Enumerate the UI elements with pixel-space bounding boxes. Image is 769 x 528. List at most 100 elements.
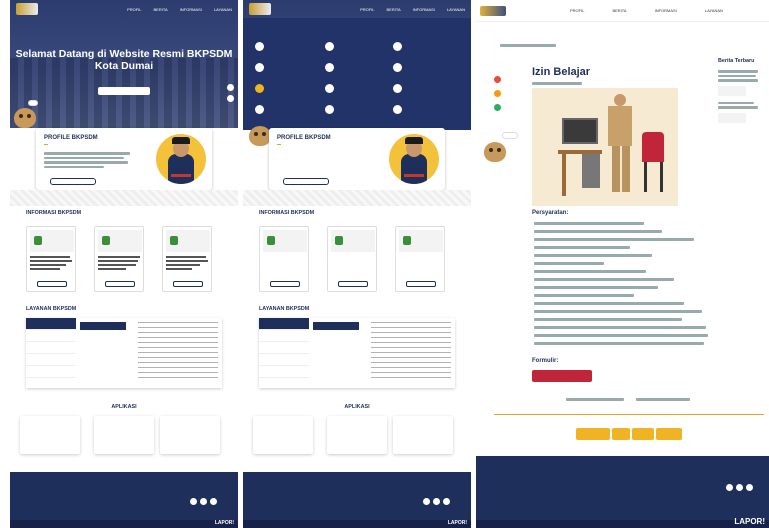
youtube-icon[interactable]	[746, 484, 753, 491]
app-card[interactable]	[327, 416, 387, 454]
info-card[interactable]	[162, 226, 212, 292]
nav-item-profil[interactable]: PROFIL	[570, 8, 584, 13]
nav-pill[interactable]	[576, 428, 610, 440]
layanan-sidebar	[26, 318, 76, 388]
layanan-dropdown-menu	[243, 18, 471, 130]
head-official-portrait	[156, 134, 206, 184]
app-card[interactable]	[160, 416, 220, 454]
pdf-link[interactable]	[566, 398, 624, 401]
hero-title: Selamat Datang di Website Resmi BKPSDM K…	[15, 48, 233, 72]
mascot-icon[interactable]	[14, 108, 36, 128]
site-logo[interactable]	[480, 6, 506, 16]
site-footer: LAPOR!	[10, 472, 238, 528]
menu-item[interactable]	[325, 84, 334, 93]
app-card[interactable]	[253, 416, 313, 454]
lapor-logo[interactable]: LAPOR!	[215, 520, 234, 526]
layanan-tab[interactable]	[26, 318, 76, 330]
site-footer: LAPOR!	[476, 456, 769, 528]
profile-text	[44, 152, 134, 168]
instagram-icon[interactable]	[433, 498, 440, 505]
download-form-button[interactable]	[532, 370, 592, 382]
facebook-icon[interactable]	[423, 498, 430, 505]
nav-item-berita[interactable]: BERITA	[612, 8, 626, 13]
share-icon[interactable]	[494, 90, 501, 97]
instagram-icon[interactable]	[736, 484, 743, 491]
app-card[interactable]	[20, 416, 80, 454]
hero-banner: PROFIL BERITA INFORMASI LAYANAN Selamat …	[10, 0, 238, 128]
layanan-tab[interactable]	[26, 342, 76, 354]
menu-item[interactable]	[255, 63, 264, 72]
menu-item[interactable]	[393, 105, 402, 114]
menu-item[interactable]	[393, 63, 402, 72]
facebook-icon[interactable]	[190, 498, 197, 505]
nav-item-profil[interactable]: PROFIL	[360, 7, 374, 12]
site-footer: LAPOR!	[243, 472, 471, 528]
youtube-icon[interactable]	[443, 498, 450, 505]
layanan-tab[interactable]	[26, 330, 76, 342]
izin-belajar-illustration	[532, 88, 678, 206]
top-nav: PROFIL BERITA INFORMASI LAYANAN	[10, 0, 238, 18]
youtube-icon[interactable]	[210, 498, 217, 505]
nav-pill[interactable]	[656, 428, 682, 440]
mascot-icon[interactable]	[484, 142, 506, 162]
facebook-icon[interactable]	[726, 484, 733, 491]
info-card-button[interactable]	[37, 281, 67, 287]
instagram-icon[interactable]	[227, 95, 234, 102]
aplikasi-title: APLIKASI	[344, 404, 370, 410]
site-logo[interactable]	[249, 3, 271, 15]
menu-item[interactable]	[393, 42, 402, 51]
nav-item-layanan[interactable]: LAYANAN	[447, 7, 465, 12]
menu-item[interactable]	[325, 42, 334, 51]
info-card[interactable]	[395, 226, 445, 292]
profile-more-button[interactable]	[50, 178, 96, 185]
app-card[interactable]	[393, 416, 453, 454]
mascot-icon[interactable]	[249, 126, 271, 146]
post-date	[532, 82, 582, 85]
info-card[interactable]	[26, 226, 76, 292]
info-card[interactable]	[327, 226, 377, 292]
home-menu-open-panel: PROFIL BERITA INFORMASI LAYANAN PROFILE …	[243, 0, 471, 528]
menu-item[interactable]	[393, 84, 402, 93]
breadcrumb	[500, 44, 556, 47]
layanan-title: LAYANAN BKPSDM	[259, 306, 310, 312]
nav-pill[interactable]	[632, 428, 654, 440]
doc-link[interactable]	[636, 398, 690, 401]
lapor-logo[interactable]: LAPOR!	[448, 520, 467, 526]
layanan-tab[interactable]	[26, 354, 76, 366]
hero-search-input[interactable]	[98, 87, 150, 95]
site-logo[interactable]	[16, 3, 38, 15]
nav-item-informasi[interactable]: INFORMASI	[413, 7, 435, 12]
whatsapp-icon[interactable]	[494, 104, 501, 111]
info-card[interactable]	[259, 226, 309, 292]
layanan-tab[interactable]	[26, 366, 76, 378]
nav-item-layanan[interactable]: LAYANAN	[705, 8, 723, 13]
info-card[interactable]	[94, 226, 144, 292]
profile-more-button[interactable]	[283, 178, 329, 185]
nav-pill[interactable]	[612, 428, 630, 440]
nav-item-profil[interactable]: PROFIL	[127, 7, 141, 12]
nav-item-berita[interactable]: BERITA	[154, 7, 168, 12]
app-card[interactable]	[94, 416, 154, 454]
layanan-panel	[26, 318, 222, 388]
facebook-icon[interactable]	[227, 84, 234, 91]
nav-item-layanan[interactable]: LAYANAN	[214, 7, 232, 12]
nav-item-informasi[interactable]: INFORMASI	[655, 8, 677, 13]
informasi-title: INFORMASI BKPSDM	[26, 210, 82, 216]
menu-item[interactable]	[255, 42, 264, 51]
menu-item[interactable]	[325, 105, 334, 114]
top-nav: PROFIL BERITA INFORMASI LAYANAN	[476, 0, 769, 22]
informasi-title: INFORMASI BKPSDM	[259, 210, 315, 216]
berita-terbaru-sidebar: Berita Terbaru	[718, 58, 764, 123]
instagram-icon[interactable]	[200, 498, 207, 505]
nav-item-berita[interactable]: BERITA	[387, 7, 401, 12]
lapor-logo[interactable]: LAPOR!	[734, 517, 765, 526]
menu-item-active[interactable]	[255, 84, 264, 93]
menu-item[interactable]	[325, 63, 334, 72]
nav-item-informasi[interactable]: INFORMASI	[180, 7, 202, 12]
formulir-title: Formulir:	[532, 358, 559, 364]
info-card-button[interactable]	[105, 281, 135, 287]
menu-item[interactable]	[255, 105, 264, 114]
sidebar-title: Berita Terbaru	[718, 58, 755, 64]
share-icon[interactable]	[494, 76, 501, 83]
info-card-button[interactable]	[173, 281, 203, 287]
